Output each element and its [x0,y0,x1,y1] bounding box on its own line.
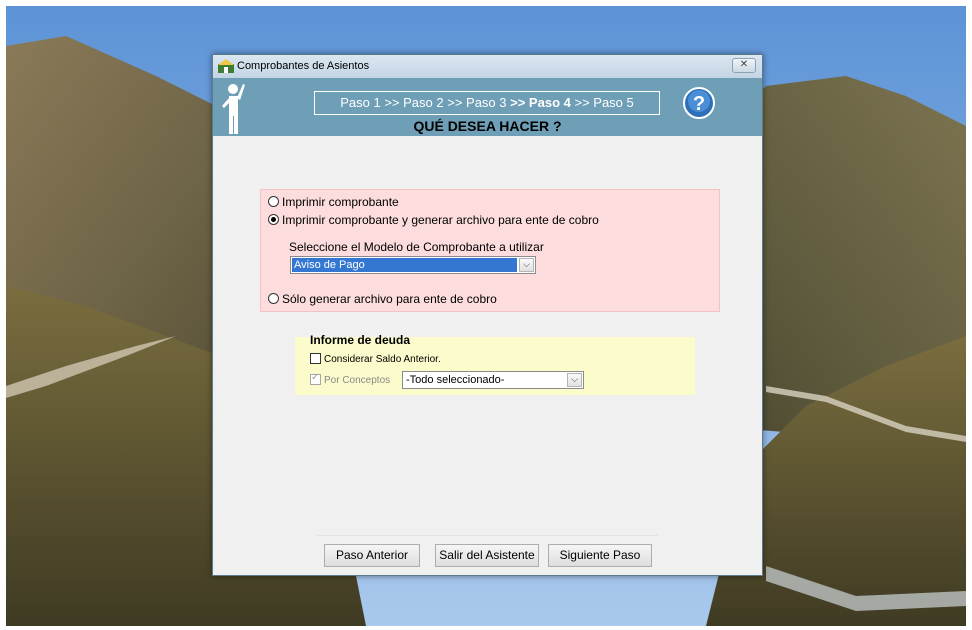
radio-circle[interactable] [268,293,279,304]
debt-report-title: Informe de deuda [310,333,411,347]
debt-report-panel: Informe de deuda Considerar Saldo Anteri… [295,333,695,395]
concepts-dropdown-value: -Todo seleccionado- [406,374,505,386]
step-3: >> Paso 3 [447,95,507,110]
window-titlebar[interactable]: Comprobantes de Asientos ✕ [213,55,762,79]
checkbox-by-concepts: Por Conceptos [310,372,391,386]
chevron-down-icon[interactable]: ⌵ [519,258,534,272]
exit-wizard-button[interactable]: Salir del Asistente [435,544,539,567]
step-2: >> Paso 2 [384,95,444,110]
checkbox-box-checked [310,372,321,385]
step-1: Paso 1 [340,95,381,110]
radio-label: Imprimir comprobante [282,195,399,209]
radio-label: Imprimir comprobante y generar archivo p… [282,213,599,227]
help-icon[interactable]: ? [683,87,715,119]
chevron-down-icon[interactable]: ⌵ [567,373,582,387]
window-title: Comprobantes de Asientos [237,60,370,72]
model-label: Seleccione el Modelo de Comprobante a ut… [289,240,544,254]
print-options-panel: Imprimir comprobante Imprimir comprobant… [260,189,720,312]
step-4-current: >> Paso 4 [510,95,571,110]
checkbox-label: Por Conceptos [324,375,391,386]
close-icon: ✕ [739,59,749,70]
checkbox-previous-balance[interactable]: Considerar Saldo Anterior. [310,353,441,365]
back-button[interactable]: Paso Anterior [324,544,420,567]
step-5: >> Paso 5 [574,95,634,110]
wizard-steps: Paso 1 >> Paso 2 >> Paso 3 >> Paso 4 >> … [314,91,660,115]
page-title: QUÉ DESEA HACER ? [413,118,562,134]
model-dropdown[interactable]: Aviso de Pago ⌵ [290,256,536,274]
radio-label: Sólo generar archivo para ente de cobro [282,292,497,306]
next-button[interactable]: Siguiente Paso [548,544,652,567]
svg-text:?: ? [693,93,705,115]
checkbox-label: Considerar Saldo Anterior. [324,354,441,365]
wizard-footer: Paso Anterior Salir del Asistente Siguie… [317,535,658,574]
radio-generate-only[interactable]: Sólo generar archivo para ente de cobro [268,292,497,306]
wizard-header: Paso 1 >> Paso 2 >> Paso 3 >> Paso 4 >> … [213,78,762,136]
model-dropdown-value: Aviso de Pago [292,258,517,272]
radio-circle[interactable] [268,196,279,207]
radio-circle-selected[interactable] [268,214,279,225]
checkbox-box[interactable] [310,353,321,364]
radio-print-and-generate[interactable]: Imprimir comprobante y generar archivo p… [268,213,599,227]
app-icon [218,59,234,73]
radio-print-only[interactable]: Imprimir comprobante [268,195,399,209]
wizard-window: Comprobantes de Asientos ✕ Paso 1 >> Pas… [212,54,763,576]
concepts-dropdown[interactable]: -Todo seleccionado- ⌵ [402,371,584,389]
close-button[interactable]: ✕ [732,58,756,73]
